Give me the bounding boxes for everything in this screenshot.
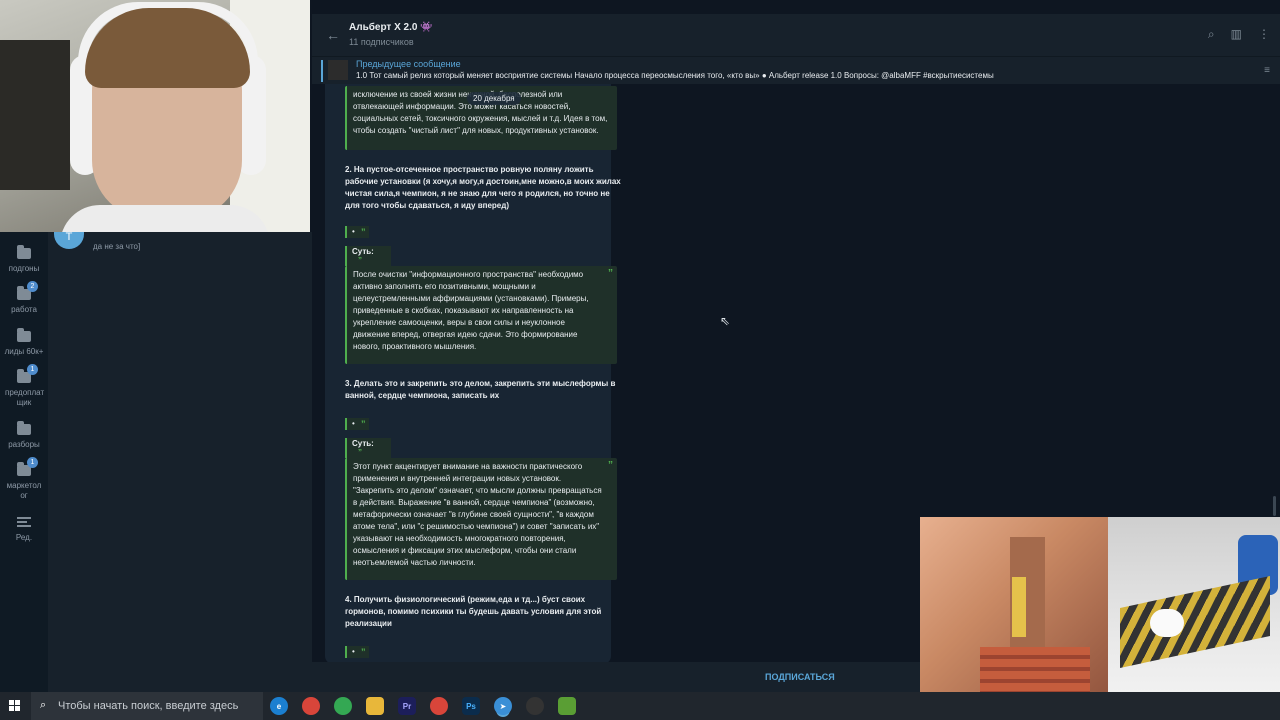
chrome-icon[interactable] [302,697,320,715]
sut-text: Суть: [352,439,374,448]
message-bubble: исключение из своей жизни ненужной, бесп… [325,84,621,662]
small-quote: • ” [345,646,369,658]
premiere-icon[interactable]: Pr [398,697,416,715]
quote-text: Этот пункт акцентирует внимание на важно… [353,462,602,567]
pinned-title: Предыдущее сообщение [356,59,461,69]
bullet: • [352,419,355,428]
obs-icon[interactable] [526,697,544,715]
folder-label: разборы [8,440,40,449]
sut-label: Суть: ” [345,438,391,458]
folder-predoplatshik[interactable]: 1 предоплат щик [0,364,48,408]
bullet: • [352,647,355,656]
quote-mark-icon: ” [358,448,362,457]
sut-label: Суть: ” [345,246,391,266]
webcam-overlay [0,0,310,232]
point-text: 2. На пустое-отсеченное пространство ров… [345,165,621,210]
unread-badge: 1 [27,364,38,375]
quote-block: Этот пункт акцентирует внимание на важно… [345,458,617,580]
point-text: 4. Получить физиологический (режим,еда и… [345,595,602,628]
chrome-icon[interactable] [430,697,448,715]
search-icon[interactable]: ⌕ [1208,27,1215,42]
quote-mark-icon: ” [361,419,366,429]
pinned-indicator [321,60,323,82]
folder-icon [17,245,31,259]
subscribe-bar: ПОДПИСАТЬСЯ [312,662,920,692]
unread-badge: 1 [27,457,38,468]
back-arrow-icon[interactable]: ← [326,27,340,43]
quote-mark-icon: ” [358,256,362,265]
pin-list-icon[interactable]: ≡ [1264,65,1270,76]
search-placeholder: Чтобы начать поиск, введите здесь [58,700,239,712]
subscribe-button[interactable]: ПОДПИСАТЬСЯ [765,672,835,682]
small-quote: • ” [345,418,369,430]
windows-start-icon[interactable] [9,700,21,712]
chat-list: Т да не за что] [48,227,312,692]
edit-filters-icon [17,516,31,528]
pinned-message-bar[interactable]: Предыдущее сообщение 1.0 Тот самый релиз… [312,56,1280,84]
folder-icon [17,421,31,435]
explorer-icon[interactable] [366,697,384,715]
taskbar: ⌕ Чтобы начать поиск, введите здесь e Pr… [0,692,1280,720]
folder-label: предоплат щик [5,388,45,407]
folder-razbory[interactable]: разборы [0,421,48,450]
telegram-icon[interactable]: ➤ [494,697,512,715]
more-icon[interactable]: ⋮ [1258,27,1270,42]
folder-label: лиды 60к+ [4,347,44,356]
message-area: 20 декабря исключение из своей жизни нен… [312,84,920,662]
small-quote: • ” [345,226,369,238]
point-text: 3. Делать это и закрепить это делом, зак… [345,379,616,400]
sidebar-toggle-icon[interactable]: ▥ [1231,27,1242,42]
folder-lidy[interactable]: лиды 60к+ [0,328,48,357]
channel-title[interactable]: Альберт Х 2.0 👾 [349,22,433,33]
minecraft-icon[interactable] [558,697,576,715]
folder-label: подгоны [8,264,40,273]
screen: подгоны 2 работа лиды 60к+ 1 предоплат щ… [0,0,1280,720]
quote-mark-icon: ” [608,460,613,471]
date-pill: 20 декабря [467,92,521,105]
scrollbar[interactable] [1273,496,1276,516]
folder-podgony[interactable]: подгоны [0,245,48,274]
pinned-thumbnail [328,60,348,80]
bullet: • [352,227,355,236]
folder-sidebar: подгоны 2 работа лиды 60к+ 1 предоплат щ… [0,232,48,692]
quote-block: После очистки "информационного пространс… [345,266,617,364]
quote-mark-icon: ” [361,647,366,657]
chat-preview: да не за что] [93,242,141,251]
folder-label: Ред. [15,533,33,542]
subscriber-count: 11 подписчиков [349,37,414,47]
quote-mark-icon: ” [361,227,366,237]
video-overlay [920,517,1280,720]
chrome-icon[interactable] [334,697,352,715]
pinned-text: 1.0 Тот самый релиз который меняет воспр… [356,71,994,80]
folder-marketolog[interactable]: 1 маркетол ог [0,457,48,501]
unread-badge: 2 [27,281,38,292]
sut-text: Суть: [352,247,374,256]
search-icon: ⌕ [40,699,47,711]
folder-label: маркетол ог [6,481,42,500]
quote-text: После очистки "информационного пространс… [353,270,589,351]
quote-mark-icon: ” [608,268,613,279]
mouse-cursor-icon: ⇖ [720,314,731,328]
photoshop-icon[interactable]: Ps [462,697,480,715]
folder-edit[interactable]: Ред. [0,516,48,543]
folder-rabota[interactable]: 2 работа [0,281,48,315]
edge-icon[interactable]: e [270,697,288,715]
channel-header: ← Альберт Х 2.0 👾 11 подписчиков ⌕ ▥ ⋮ [312,14,1280,56]
taskbar-search[interactable]: ⌕ Чтобы начать поиск, введите здесь [31,692,263,720]
folder-icon [17,328,31,342]
folder-label: работа [11,305,37,314]
